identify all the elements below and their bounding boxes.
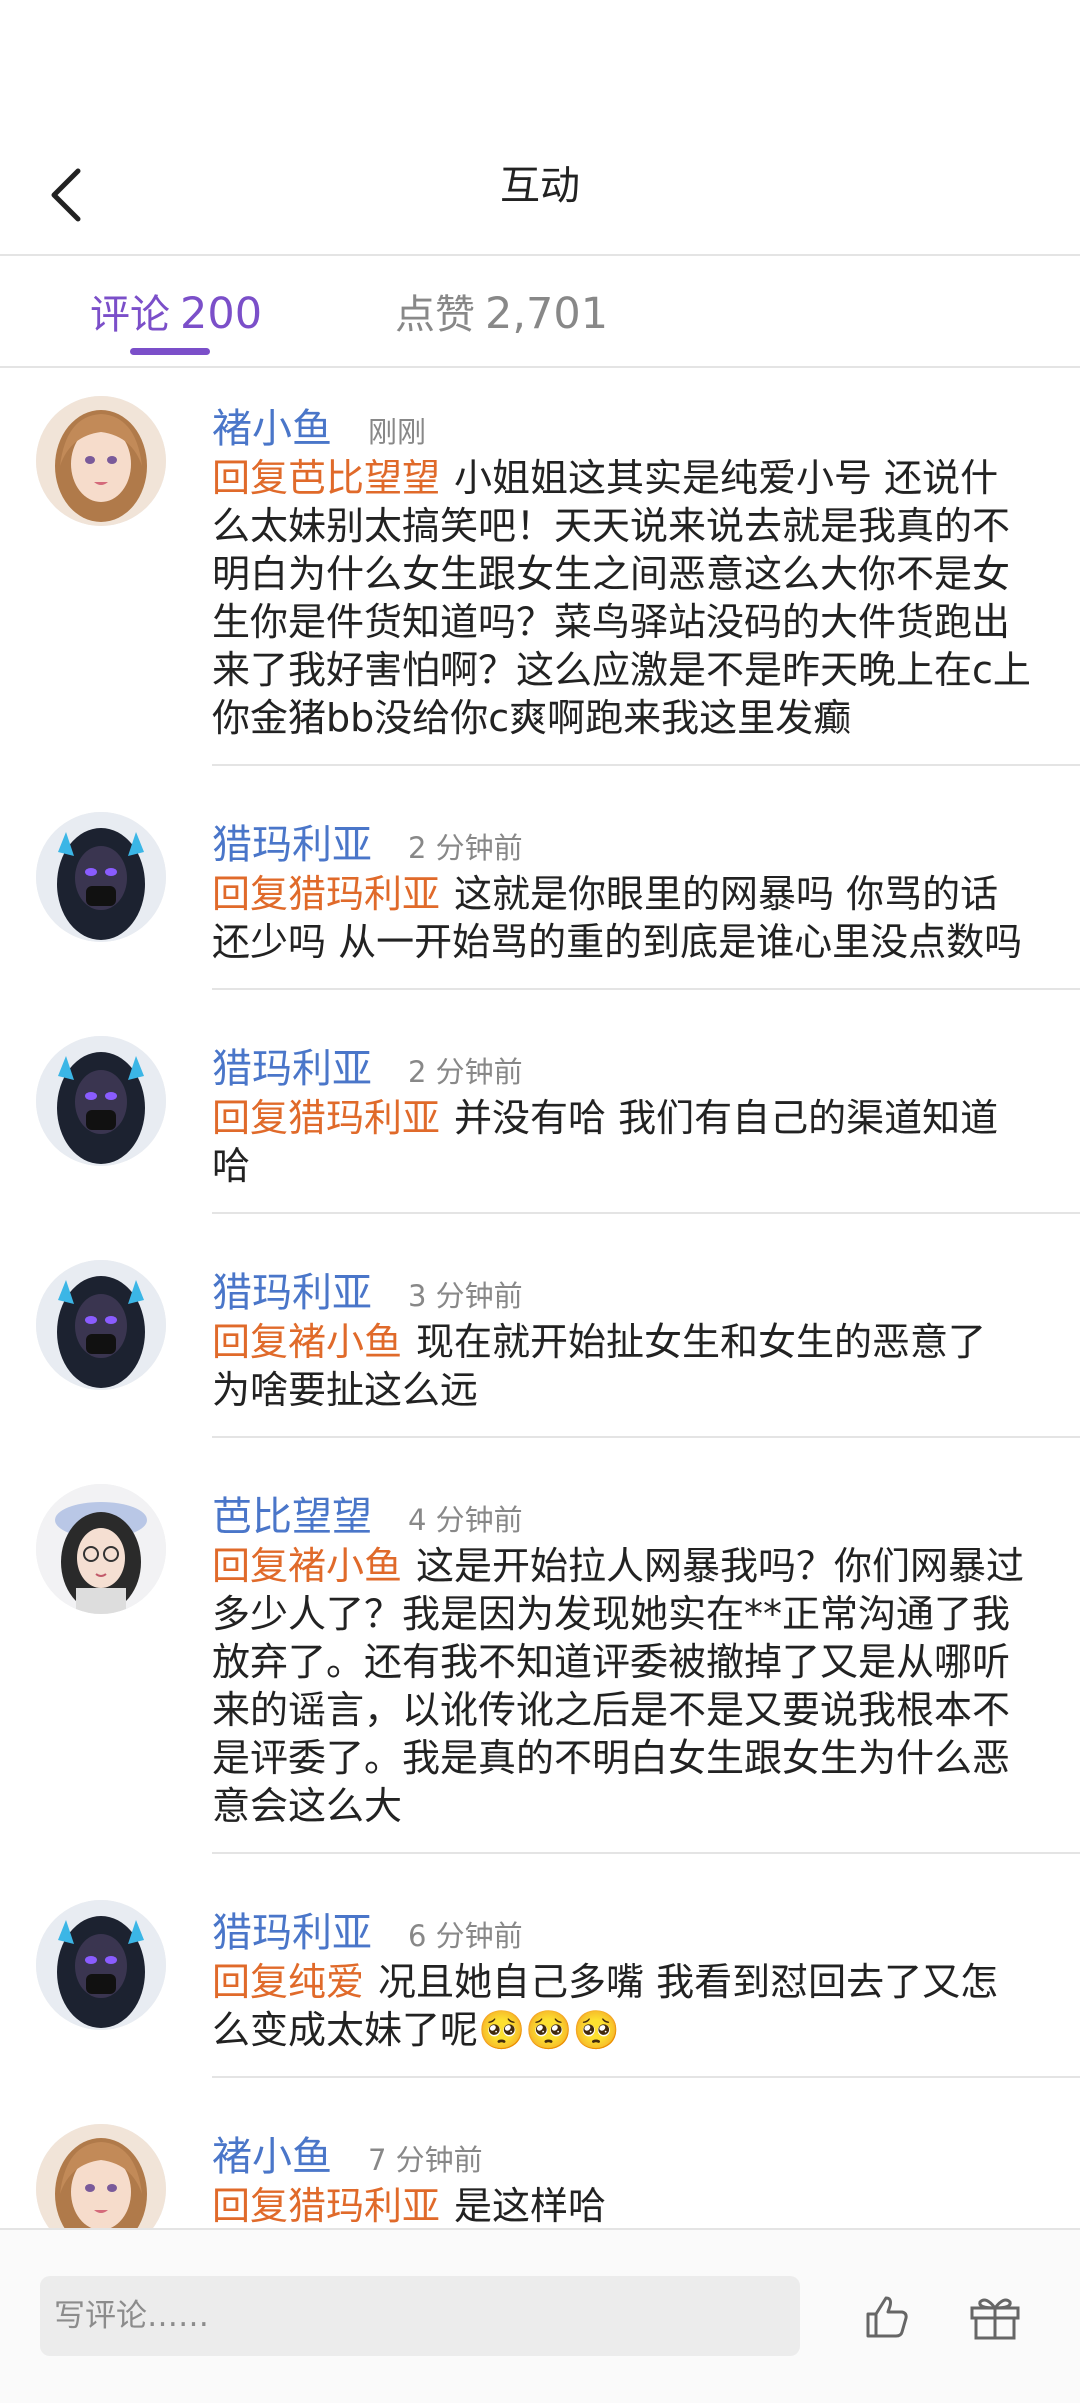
reply-target[interactable]: 回复褚小鱼: [212, 1320, 402, 1364]
avatar-beret-glasses-icon: [36, 1484, 166, 1614]
comment-text: 是这样哈: [454, 2184, 607, 2228]
comment-content: 回复褚小鱼 现在就开始扯女生和女生的恶意了 为啥要扯这么远: [212, 1318, 1036, 1414]
comment-item: 猎玛利亚 6 分钟前 回复纯爱 况且她自己多嘴 我看到怼回去了又怎么变成太妹了呢🥺…: [0, 1874, 1080, 2098]
comment-username[interactable]: 猎玛利亚: [212, 1900, 372, 1958]
comment-content: 回复猎玛利亚 这就是你眼里的网暴吗 你骂的话还少吗 从一开始骂的重的到底是谁心里没…: [212, 870, 1036, 966]
gift-icon: [970, 2298, 1020, 2340]
avatar-female-light-hair-icon: [36, 2124, 166, 2228]
comment-time: 2 分钟前: [408, 1055, 523, 1089]
comment-content: 回复褚小鱼 这是开始拉人网暴我吗？你们网暴过多少人了？我是因为发现她实在**正常沟…: [212, 1542, 1036, 1830]
page-title: 互动: [500, 163, 580, 209]
reply-target[interactable]: 回复芭比望望: [212, 456, 440, 500]
avatar[interactable]: [36, 1036, 166, 1166]
avatar[interactable]: [36, 1484, 166, 1614]
comment-time: 刚刚: [368, 415, 427, 449]
comment-content: 回复纯爱 况且她自己多嘴 我看到怼回去了又怎么变成太妹了呢🥺🥺🥺: [212, 1958, 1036, 2054]
comment-username[interactable]: 猎玛利亚: [212, 1260, 372, 1318]
reply-target[interactable]: 回复猎玛利亚: [212, 1096, 440, 1140]
comment-item: 猎玛利亚 2 分钟前 回复猎玛利亚 并没有哈 我们有自己的渠道知道哈: [0, 1010, 1080, 1234]
comment-username[interactable]: 芭比望望: [212, 1484, 372, 1542]
comment-item: 芭比望望 4 分钟前 回复褚小鱼 这是开始拉人网暴我吗？你们网暴过多少人了？我是因…: [0, 1458, 1080, 1874]
comment-username[interactable]: 褚小鱼: [212, 396, 332, 454]
comment-username[interactable]: 猎玛利亚: [212, 812, 372, 870]
tab-comments-label: 评论: [90, 292, 170, 338]
avatar[interactable]: [36, 812, 166, 942]
comment-username[interactable]: 褚小鱼: [212, 2124, 332, 2182]
reply-target[interactable]: 回复纯爱: [212, 1960, 364, 2004]
nav-bar: 互动: [0, 140, 1080, 256]
comment-time: 6 分钟前: [408, 1919, 523, 1953]
comment-content: 回复猎玛利亚 并没有哈 我们有自己的渠道知道哈: [212, 1094, 1036, 1190]
avatar-masked-cyber-icon: [36, 812, 166, 942]
comment-list[interactable]: 褚小鱼 刚刚 回复芭比望望 小姐姐这其实是纯爱小号 还说什么太妹别太搞笑吧！天天说…: [0, 370, 1080, 2228]
tab-likes-count: 2,701: [485, 289, 609, 339]
avatar-masked-cyber-icon: [36, 1900, 166, 2030]
avatar[interactable]: [36, 1900, 166, 2030]
comment-content: 回复猎玛利亚 是这样哈: [212, 2182, 1036, 2228]
comment-time: 3 分钟前: [408, 1279, 523, 1313]
comment-time: 7 分钟前: [368, 2143, 483, 2177]
comment-item: 褚小鱼 刚刚 回复芭比望望 小姐姐这其实是纯爱小号 还说什么太妹别太搞笑吧！天天说…: [0, 370, 1080, 786]
comment-content: 回复芭比望望 小姐姐这其实是纯爱小号 还说什么太妹别太搞笑吧！天天说来说去就是我真…: [212, 454, 1036, 742]
tab-active-indicator: [130, 348, 210, 355]
tab-bar: 评论 200 点赞 2,701: [0, 258, 1080, 368]
tab-comments-count: 200: [180, 289, 263, 339]
like-button[interactable]: [852, 2282, 922, 2352]
tab-comments[interactable]: 评论 200: [90, 282, 262, 340]
comment-time: 2 分钟前: [408, 831, 523, 865]
reply-target[interactable]: 回复褚小鱼: [212, 1544, 402, 1588]
avatar[interactable]: [36, 1260, 166, 1390]
comment-input[interactable]: [40, 2276, 800, 2356]
avatar[interactable]: [36, 2124, 166, 2228]
avatar[interactable]: [36, 396, 166, 526]
status-area: [0, 0, 1080, 140]
reply-target[interactable]: 回复猎玛利亚: [212, 872, 440, 916]
comment-item: 褚小鱼 7 分钟前 回复猎玛利亚 是这样哈: [0, 2098, 1080, 2228]
avatar-female-light-hair-icon: [36, 396, 166, 526]
gift-button[interactable]: [960, 2282, 1030, 2352]
bottom-bar: [0, 2228, 1080, 2403]
reply-target[interactable]: 回复猎玛利亚: [212, 2184, 440, 2228]
thumbs-up-icon: [866, 2296, 908, 2338]
comment-time: 4 分钟前: [408, 1503, 523, 1537]
avatar-masked-cyber-icon: [36, 1260, 166, 1390]
comment-username[interactable]: 猎玛利亚: [212, 1036, 372, 1094]
avatar-masked-cyber-icon: [36, 1036, 166, 1166]
comment-item: 猎玛利亚 2 分钟前 回复猎玛利亚 这就是你眼里的网暴吗 你骂的话还少吗 从一开始…: [0, 786, 1080, 1010]
comment-item: 猎玛利亚 3 分钟前 回复褚小鱼 现在就开始扯女生和女生的恶意了 为啥要扯这么远: [0, 1234, 1080, 1458]
tab-likes[interactable]: 点赞 2,701: [395, 282, 608, 340]
tab-likes-label: 点赞: [395, 292, 475, 338]
